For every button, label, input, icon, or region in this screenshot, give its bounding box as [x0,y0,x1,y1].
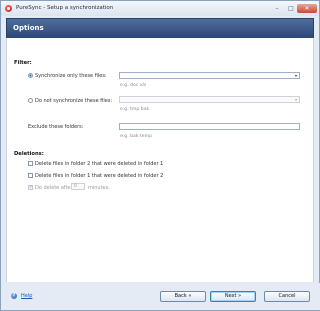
sync-only-radio[interactable] [28,73,33,78]
dropdown-arrow-icon[interactable]: ▾ [294,74,298,78]
do-not-sync-hint: e.g. tmp bak [120,107,150,112]
title-bar: PureSync - Setup a synchronization – □ ✕ [1,1,319,16]
sync-only-label: Synchronize only these files: [35,73,107,79]
dialog-footer: ? Help Back « Next » Cancel [2,283,320,310]
delete-in-folder2-label: Delete files in folder 2 that were delet… [35,161,164,167]
window-title: PureSync - Setup a synchronization [16,5,114,11]
cancel-button[interactable]: Cancel [264,291,310,302]
delete-minutes-input[interactable]: 0 [71,183,85,190]
sync-only-combo[interactable]: ▾ [119,72,300,79]
page-title: Options [13,24,44,32]
back-button[interactable]: Back « [160,291,206,302]
exclude-folders-hint: e.g. bak temp [120,134,152,139]
do-not-sync-combo[interactable]: ▾ [119,96,300,103]
options-header: Options [6,18,314,39]
exclude-folders-label: Exclude these folders: [28,124,84,130]
delete-in-folder2-checkbox[interactable] [28,161,33,166]
dialog-window: PureSync - Setup a synchronization – □ ✕… [0,0,320,311]
minimize-button[interactable]: – [271,4,283,13]
maximize-button[interactable]: □ [285,4,297,13]
help-icon[interactable]: ? [11,293,17,299]
do-delete-after-checkbox[interactable] [28,184,33,190]
do-not-sync-label: Do not synchronize these files: [35,98,113,104]
puresync-app-icon [5,5,12,12]
dropdown-arrow-icon[interactable]: ▾ [294,98,298,102]
deletions-section-label: Deletions: [14,151,44,157]
delete-in-folder1-label: Delete files in folder 1 that were delet… [35,173,164,179]
do-delete-after-label: Do delete after [35,185,73,191]
filter-section-label: Filter: [14,60,32,66]
do-not-sync-radio[interactable] [28,98,33,103]
options-panel: Filter: Synchronize only these files: ▾ … [6,38,314,282]
close-button[interactable]: ✕ [297,4,317,13]
delete-in-folder1-checkbox[interactable] [28,173,33,178]
next-button[interactable]: Next » [210,291,256,302]
sync-only-hint: e.g. doc xls [120,83,147,88]
help-link[interactable]: Help [21,293,32,299]
minutes-unit-label: minutes. [88,185,110,191]
exclude-folders-input[interactable] [119,123,300,130]
